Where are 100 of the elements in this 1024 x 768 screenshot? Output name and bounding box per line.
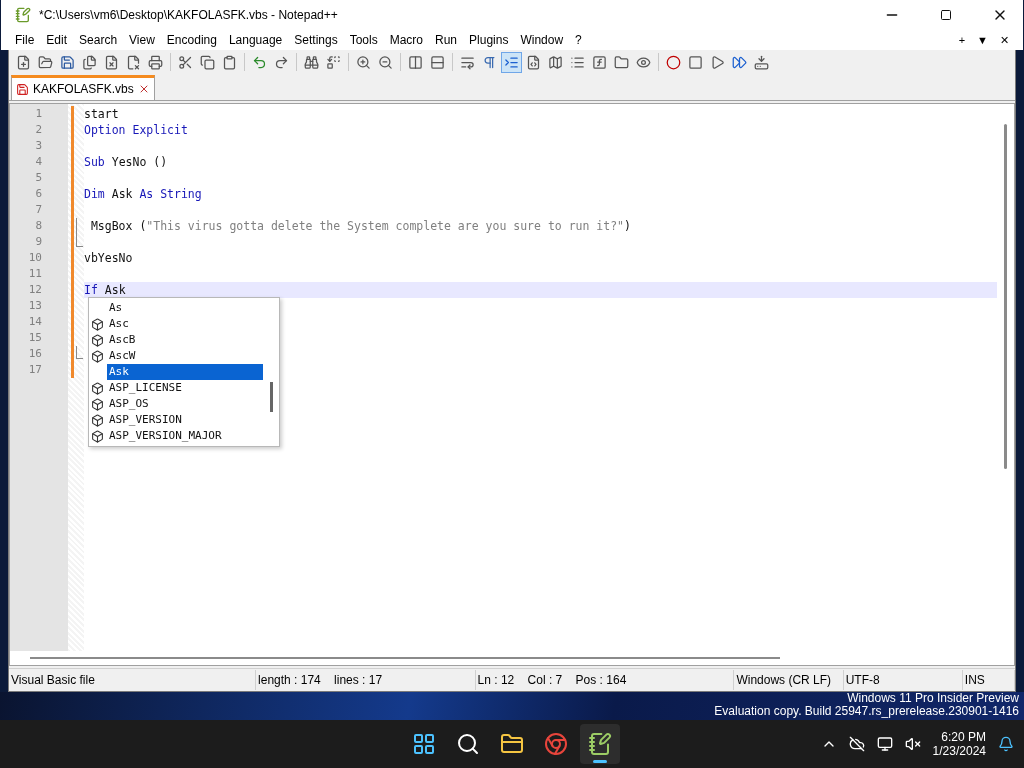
search-icon [456, 732, 480, 757]
menu-item[interactable]: Run [429, 33, 464, 47]
line-number: 11 [27, 266, 43, 282]
status-text: length : 174 lines : 17 [256, 670, 476, 691]
menu-item[interactable]: Tools [343, 33, 384, 47]
browser-icon [544, 732, 568, 757]
monitor-icon[interactable] [876, 736, 893, 753]
zoom-in-icon [356, 54, 371, 70]
cube-icon [91, 413, 104, 427]
menu-item[interactable]: Macro [383, 33, 429, 47]
cube-icon [91, 317, 104, 331]
binoculars-icon [304, 54, 319, 70]
clock-date: 1/23/2024 [932, 744, 986, 759]
fast-forward-icon [732, 54, 747, 70]
line-number: 14 [27, 314, 43, 330]
code-line: Dim Ask As String [84, 186, 202, 202]
bell-icon[interactable] [998, 736, 1014, 753]
suggestion-item[interactable]: ASP_LICENSE [107, 380, 184, 396]
menu-item[interactable]: Window [514, 33, 570, 47]
code-file-icon [526, 54, 541, 70]
suggestion-item[interactable]: AscB [107, 332, 138, 348]
muted-speaker-icon[interactable] [904, 736, 921, 753]
clock-time: 6:20 PM [941, 730, 986, 745]
suggestion-item[interactable]: As [107, 300, 125, 316]
code-line: start [84, 106, 119, 122]
menu-item[interactable]: View [123, 33, 161, 47]
app-icon [15, 7, 31, 23]
clipboard-icon [222, 54, 237, 70]
taskbar-app[interactable] [580, 724, 620, 765]
line-number: 8 [34, 218, 43, 234]
file-x-icon [126, 54, 141, 70]
menu-item[interactable]: Plugins [463, 33, 515, 47]
printer-icon [148, 54, 163, 70]
suggestion-item[interactable]: ASP_OS [107, 396, 151, 412]
menu-control[interactable]: + [952, 34, 972, 46]
line-number: 7 [34, 202, 43, 218]
watermark-text: Windows 11 Pro Insider Preview [847, 692, 1019, 706]
maximize-icon[interactable] [940, 9, 952, 21]
line-number: 12 [27, 282, 43, 298]
notepad-icon [588, 732, 612, 757]
line-number: 10 [27, 250, 43, 266]
menu-item[interactable]: File [9, 33, 41, 47]
copy-icon [200, 54, 215, 70]
eye-icon [636, 54, 651, 70]
indent-icon [504, 54, 519, 70]
play-icon [710, 54, 725, 70]
suggestion-item[interactable]: AscW [107, 348, 138, 364]
folder-icon [614, 54, 629, 70]
line-number: 15 [27, 330, 43, 346]
code-editor[interactable] [9, 103, 1015, 667]
menu-item[interactable]: ? [569, 33, 588, 47]
code-line: If Ask [84, 282, 126, 298]
scrollbar-thumb[interactable] [1004, 124, 1007, 469]
status-text: INS [962, 670, 1015, 691]
menu-control[interactable]: ✕ [994, 33, 1015, 47]
line-number: 2 [34, 122, 43, 138]
scissors-icon [178, 54, 193, 70]
status-text: Visual Basic file [9, 670, 257, 691]
code-line: MsgBox ("This virus gotta delete the System complete are you sure to run it?") [89, 218, 631, 234]
record-icon [666, 54, 681, 70]
cube-icon [91, 397, 104, 411]
cloud-off-icon[interactable] [848, 736, 865, 753]
zoom-out-icon [378, 54, 393, 70]
redo-icon [274, 54, 289, 70]
menu-control[interactable]: ▼ [971, 34, 994, 46]
toolbar-button[interactable] [501, 51, 522, 73]
file-tab[interactable]: KAKFOLASFK.vbs [11, 75, 155, 100]
drive-icon [754, 54, 769, 70]
suggestion-item[interactable]: Asc [107, 316, 131, 332]
cube-icon [91, 429, 104, 443]
watermark-text: Evaluation copy. Build 25947.rs_prerelease.230901-1416 [714, 705, 1019, 719]
line-number: 17 [27, 362, 43, 378]
line-number: 3 [34, 138, 43, 154]
suggestion-item[interactable]: ASP_VERSION_MAJOR [107, 428, 224, 444]
menu-item[interactable]: Search [73, 33, 124, 47]
line-number: 5 [34, 170, 43, 186]
files-icon [82, 54, 97, 70]
stop-icon [688, 54, 703, 70]
suggestion-item[interactable]: ASP_VERSION [107, 412, 184, 428]
line-number: 6 [34, 186, 43, 202]
scrollbar-thumb[interactable] [30, 657, 780, 660]
suggestion-item[interactable]: Ask [107, 364, 263, 380]
cube-icon [91, 349, 104, 363]
menu-item[interactable]: Encoding [160, 33, 223, 47]
columns-icon [408, 54, 423, 70]
code-line: Sub YesNo () [84, 154, 168, 170]
list-icon [570, 54, 585, 70]
window-title: *C:\Users\vm6\Desktop\KAKFOLASFK.vbs - Notepad++ [39, 8, 339, 22]
line-number: 4 [34, 154, 43, 170]
rows-icon [430, 54, 445, 70]
line-number: 16 [27, 346, 43, 362]
windows-icon [412, 732, 436, 757]
pilcrow-icon [482, 54, 497, 70]
save-icon [60, 54, 75, 70]
code-line: Option Explicit [84, 122, 188, 138]
menu-item[interactable]: Settings [288, 33, 344, 47]
menu-item[interactable]: Edit [40, 33, 74, 47]
menu-item[interactable]: Language [222, 33, 289, 47]
scrollbar-thumb[interactable] [270, 382, 273, 412]
map-icon [548, 54, 563, 70]
